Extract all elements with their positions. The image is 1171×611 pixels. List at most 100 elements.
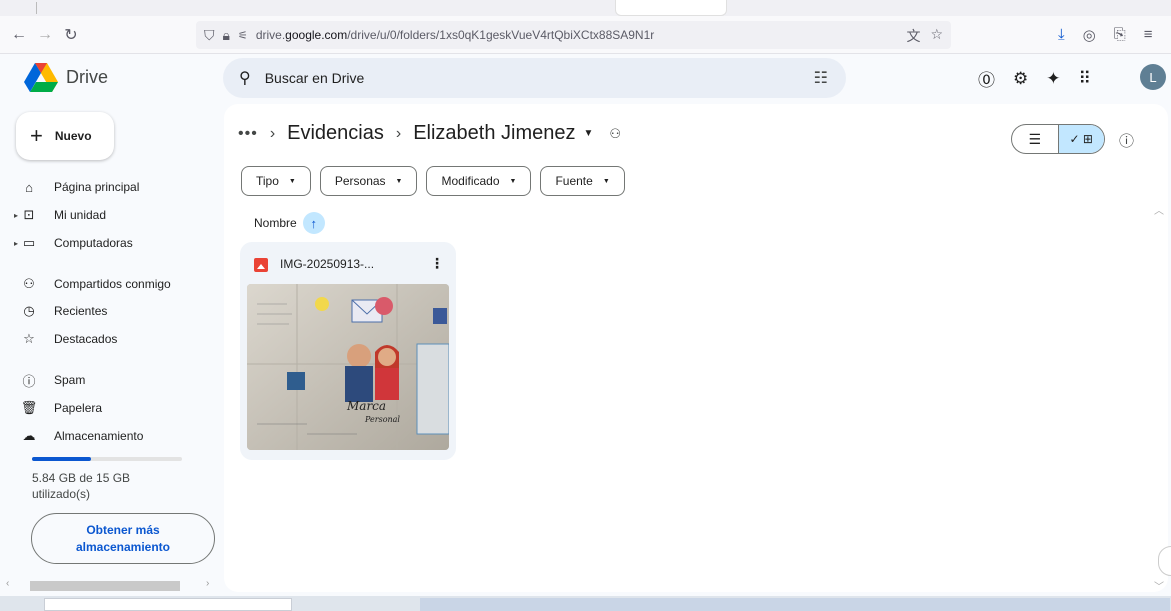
my-drive-icon: ⊡	[23, 207, 35, 222]
storage-usage-line2: utilizado(s)	[32, 487, 91, 501]
spam-icon: ⓘ	[22, 373, 36, 389]
sidebar-item-my-drive[interactable]: ▸ ⊡ Mi unidad	[14, 203, 220, 227]
brand-name[interactable]: Drive	[66, 67, 108, 88]
breadcrumb-current-folder[interactable]: Elizabeth Jimenez	[413, 122, 575, 145]
list-view-icon[interactable]: ☰	[1012, 125, 1058, 153]
image-file-icon	[254, 258, 268, 272]
breadcrumb-parent[interactable]: Evidencias	[287, 122, 384, 145]
drive-logo-icon[interactable]	[24, 62, 58, 92]
filter-chip-modified[interactable]: Modificado ▼	[426, 166, 532, 196]
reload-icon[interactable]: ↻	[60, 24, 82, 46]
menu-icon[interactable]: ≡	[1144, 26, 1153, 44]
sidebar-item-starred[interactable]: ☆ Destacados	[20, 327, 220, 351]
view-toggle[interactable]: ☰ ✓ ⊞	[1011, 124, 1105, 154]
taskbar-strip	[0, 596, 1171, 611]
drive-header: Drive ⚲ Buscar en Drive ☷ ⓪ ⚙ ✦ ⠿ L	[0, 54, 1171, 102]
settings-gear-icon[interactable]: ⚙	[1013, 69, 1028, 89]
info-icon[interactable]: ⓘ	[1119, 130, 1134, 151]
forward-icon[interactable]: →	[34, 24, 56, 46]
expand-arrow-icon[interactable]: ▸	[14, 239, 18, 248]
scrollbar-thumb[interactable]	[30, 581, 180, 591]
file-thumbnail[interactable]: Marca Personal	[247, 284, 449, 450]
grid-view-icon[interactable]: ✓ ⊞	[1057, 125, 1104, 153]
sidebar-item-storage[interactable]: ☁ Almacenamiento	[20, 424, 220, 448]
scroll-down-icon[interactable]: ﹀	[1154, 578, 1164, 593]
help-icon[interactable]: ⓪	[978, 66, 995, 91]
sidebar-item-label: Destacados	[54, 332, 118, 346]
search-icon[interactable]: ⚲	[239, 68, 251, 88]
home-icon: ⌂	[25, 179, 33, 195]
back-icon[interactable]: ←	[8, 24, 30, 46]
lock-icon[interactable]: 🔒︎	[223, 27, 230, 44]
apps-grid-icon[interactable]: ⠿	[1079, 69, 1091, 89]
permissions-icon[interactable]: ⚟	[238, 29, 248, 42]
sidebar-item-home[interactable]: ⌂ Página principal	[20, 175, 220, 199]
sidebar-horizontal-scrollbar[interactable]: ‹ ›	[0, 576, 224, 594]
filter-chip-source[interactable]: Fuente ▼	[540, 166, 625, 196]
browser-toolbar: ← → ↻ ⛉ 🔒︎ ⚟ drive.google.com/drive/u/0/…	[0, 16, 1171, 54]
new-button-label: Nuevo	[54, 129, 92, 143]
browser-tab-active[interactable]	[615, 0, 727, 16]
shared-folder-icon[interactable]: ⚇	[609, 126, 621, 142]
plus-icon: +	[30, 123, 43, 148]
filter-chip-label: Fuente	[555, 174, 593, 188]
svg-text:Marca: Marca	[346, 399, 386, 413]
storage-progress-bar	[32, 457, 182, 461]
search-options-icon[interactable]: ☷	[814, 68, 828, 88]
translate-icon[interactable]: 文	[906, 26, 920, 46]
main-content: ••• › Evidencias › Elizabeth Jimenez ▼ ⚇…	[224, 104, 1168, 592]
caret-down-icon: ▼	[509, 177, 517, 185]
get-more-storage-button[interactable]: Obtener más almacenamiento	[31, 513, 215, 564]
sort-row: Nombre ↑	[254, 212, 325, 234]
scroll-left-icon[interactable]: ‹	[6, 578, 9, 589]
gemini-sparkle-icon[interactable]: ✦	[1046, 69, 1060, 89]
sidebar-item-label: Página principal	[54, 180, 140, 194]
sidebar: + Nuevo ⌂ Página principal ▸ ⊡ Mi unidad…	[0, 102, 224, 594]
sidebar-item-trash[interactable]: 🗑︎ Papelera	[20, 396, 220, 420]
avatar[interactable]: L	[1140, 64, 1166, 90]
filter-chip-type[interactable]: Tipo ▼	[241, 166, 311, 196]
caret-down-icon: ▼	[602, 177, 610, 185]
sidebar-item-computers[interactable]: ▸ ▭ Computadoras	[14, 231, 220, 255]
taskbar-item[interactable]	[420, 598, 1170, 611]
search-input[interactable]: Buscar en Drive	[265, 70, 365, 86]
filter-chip-people[interactable]: Personas ▼	[319, 166, 418, 196]
sidebar-item-shared[interactable]: ⚇ Compartidos conmigo	[20, 272, 220, 296]
new-button[interactable]: + Nuevo	[16, 112, 114, 160]
star-icon: ☆	[23, 331, 35, 346]
taskbar-item[interactable]	[44, 598, 292, 611]
download-icon[interactable]: ⤓	[1058, 26, 1065, 44]
shield-icon[interactable]: ⛉	[204, 27, 215, 44]
url-text[interactable]: drive.google.com/drive/u/0/folders/1xs0q…	[256, 28, 654, 42]
sidebar-item-label: Mi unidad	[54, 208, 107, 222]
sidebar-item-label: Almacenamiento	[54, 429, 144, 443]
thumbnail-image: Marca Personal	[247, 284, 449, 450]
file-card[interactable]: IMG-20250913-... ⋮ Marca Personal	[240, 242, 456, 460]
computers-icon: ▭	[22, 235, 36, 250]
tab-divider	[36, 2, 37, 14]
chevron-right-icon: ›	[395, 124, 402, 142]
sidebar-item-label: Recientes	[54, 304, 108, 318]
sort-ascending-icon[interactable]: ↑	[302, 212, 325, 234]
bookmark-star-icon[interactable]: ☆	[930, 26, 943, 46]
sidebar-item-label: Papelera	[54, 401, 103, 415]
filter-chip-label: Modificado	[441, 174, 500, 188]
breadcrumb-more-button[interactable]: •••	[238, 125, 258, 143]
shared-icon: ⚇	[23, 276, 35, 291]
scroll-up-icon[interactable]: ︿	[1154, 202, 1164, 217]
caret-down-icon: ▼	[288, 177, 296, 185]
more-options-icon[interactable]: ⋮	[430, 255, 444, 272]
search-bar[interactable]: ⚲ Buscar en Drive ☷	[223, 58, 846, 98]
sort-label[interactable]: Nombre	[254, 216, 297, 230]
caret-down-icon[interactable]: ▼	[584, 128, 594, 139]
file-name[interactable]: IMG-20250913-...	[280, 257, 374, 271]
clock-icon: ◷	[23, 303, 35, 318]
account-icon[interactable]: ◎	[1083, 26, 1096, 44]
extensions-icon[interactable]: ⎘	[1114, 26, 1126, 44]
sidebar-item-spam[interactable]: ⓘ Spam	[20, 368, 220, 392]
address-bar[interactable]: ⛉ 🔒︎ ⚟ drive.google.com/drive/u/0/folder…	[196, 21, 951, 49]
breadcrumb: ••• › Evidencias › Elizabeth Jimenez ▼ ⚇	[238, 122, 621, 145]
expand-arrow-icon[interactable]: ▸	[14, 211, 18, 220]
sidebar-item-recent[interactable]: ◷ Recientes	[20, 299, 220, 323]
scroll-right-icon[interactable]: ›	[206, 578, 209, 589]
